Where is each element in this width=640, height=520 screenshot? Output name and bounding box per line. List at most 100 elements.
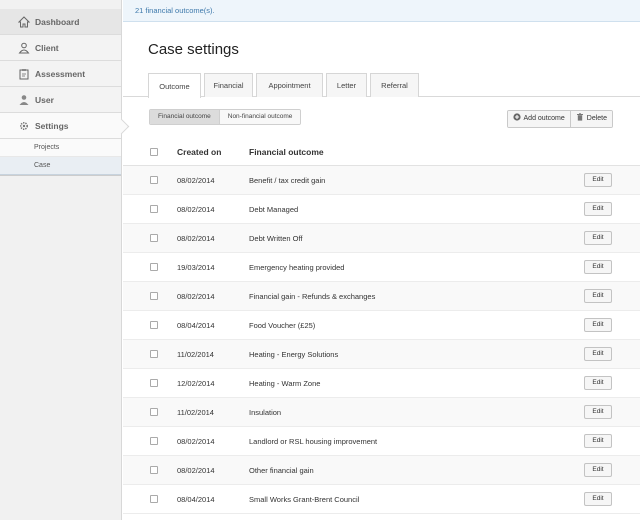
sidebar-item-dashboard[interactable]: Dashboard: [0, 9, 121, 35]
person-icon: [18, 42, 30, 54]
row-financial-outcome: Emergency heating provided: [249, 262, 345, 272]
row-created-on: 08/02/2014: [177, 175, 215, 185]
table-row: 08/02/2014 Debt Written Off Edit: [123, 224, 640, 253]
row-checkbox[interactable]: [150, 176, 158, 184]
row-created-on: 08/02/2014: [177, 204, 215, 214]
row-created-on: 19/03/2014: [177, 262, 215, 272]
table-header: Created on Financial outcome: [123, 138, 640, 166]
row-checkbox[interactable]: [150, 408, 158, 416]
row-financial-outcome: Heating - Energy Solutions: [249, 349, 339, 359]
table-row: 11/02/2014 Insulation Edit: [123, 398, 640, 427]
edit-button[interactable]: Edit: [584, 318, 612, 332]
header-financial-outcome: Financial outcome: [249, 146, 324, 157]
row-financial-outcome: Debt Managed: [249, 204, 299, 214]
action-button-group: Add outcome Delete: [506, 110, 613, 128]
edit-button[interactable]: Edit: [584, 231, 612, 245]
table-row: 08/02/2014 Landlord or RSL housing improv…: [123, 427, 640, 456]
table-row: 08/02/2014 Debt Managed Edit: [123, 195, 640, 224]
edit-button[interactable]: Edit: [584, 173, 612, 187]
row-checkbox[interactable]: [150, 466, 158, 474]
row-created-on: 08/02/2014: [177, 465, 215, 475]
user-icon: [18, 94, 30, 106]
edit-button[interactable]: Edit: [584, 289, 612, 303]
gear-icon: [18, 120, 30, 132]
sidebar-item-client[interactable]: Client: [0, 35, 121, 61]
outcome-type-toggle: Financial outcome Non-financial outcome: [149, 109, 302, 125]
subnav-item-case[interactable]: Case: [0, 157, 121, 175]
sidebar-item-label: Settings: [35, 120, 69, 131]
delete-label: Delete: [586, 115, 607, 122]
row-created-on: 12/02/2014: [177, 378, 215, 388]
row-financial-outcome: Financial gain - Refunds & exchanges: [249, 291, 376, 301]
settings-subnav: Projects Case: [0, 139, 121, 176]
row-checkbox[interactable]: [150, 321, 158, 329]
home-icon: [17, 15, 31, 28]
page-title: Case settings: [148, 41, 239, 58]
edit-button[interactable]: Edit: [584, 376, 612, 390]
tab-outcome[interactable]: Outcome: [148, 73, 201, 98]
sidebar-item-label: Client: [35, 42, 59, 53]
main-content: 21 financial outcome(s). Case settings O…: [123, 0, 640, 520]
plus-circle-icon: [512, 111, 521, 127]
row-checkbox[interactable]: [150, 234, 158, 242]
row-financial-outcome: Small Works Grant-Brent Council: [249, 494, 360, 504]
row-financial-outcome: Heating - Warm Zone: [249, 378, 321, 388]
table-row: 12/02/2014 Heating - Warm Zone Edit: [123, 369, 640, 398]
row-checkbox[interactable]: [150, 205, 158, 213]
edit-button[interactable]: Edit: [584, 405, 612, 419]
table-row: 11/02/2014 Heating - Energy Solutions Edit: [123, 340, 640, 369]
tab-bar: Outcome Financial Appointment Letter Ref…: [123, 73, 640, 98]
row-financial-outcome: Other financial gain: [249, 465, 314, 475]
row-financial-outcome: Landlord or RSL housing improvement: [249, 436, 378, 446]
row-checkbox[interactable]: [150, 263, 158, 271]
table-row: 19/03/2014 Emergency heating provided Edit: [123, 253, 640, 282]
sidebar-item-user[interactable]: User: [0, 87, 121, 113]
tab-referral[interactable]: Referral: [370, 73, 419, 97]
delete-button[interactable]: Delete: [569, 111, 612, 127]
row-financial-outcome: Food Voucher (£25): [249, 320, 316, 330]
clipboard-icon: [18, 68, 30, 80]
edit-button[interactable]: Edit: [584, 202, 612, 216]
row-financial-outcome: Debt Written Off: [249, 233, 303, 243]
row-checkbox[interactable]: [150, 379, 158, 387]
edit-button[interactable]: Edit: [584, 434, 612, 448]
table-row: 08/02/2014 Benefit / tax credit gain Edit: [123, 166, 640, 195]
table-body: 08/02/2014 Benefit / tax credit gain Edit 0…: [123, 166, 640, 514]
sidebar-item-settings[interactable]: Settings: [0, 113, 121, 139]
edit-button[interactable]: Edit: [584, 347, 612, 361]
subnav-item-projects[interactable]: Projects: [0, 139, 121, 157]
row-checkbox[interactable]: [150, 350, 158, 358]
table-row: 08/04/2014 Small Works Grant-Brent Counci…: [123, 485, 640, 514]
tab-letter[interactable]: Letter: [326, 73, 367, 97]
table-row: 08/04/2014 Food Voucher (£25) Edit: [123, 311, 640, 340]
toggle-financial-outcome[interactable]: Financial outcome: [150, 110, 220, 124]
sidebar-item-assessment[interactable]: Assessment: [0, 61, 121, 87]
tab-financial[interactable]: Financial: [204, 73, 253, 97]
row-created-on: 11/02/2014: [177, 407, 214, 417]
header-created-on: Created on: [177, 146, 222, 157]
sidebar-item-label: Assessment: [35, 68, 86, 79]
info-alert: 21 financial outcome(s).: [123, 0, 640, 22]
row-created-on: 08/04/2014: [177, 320, 215, 330]
tab-appointment[interactable]: Appointment: [256, 73, 323, 97]
table-row: 08/02/2014 Other financial gain Edit: [123, 456, 640, 485]
row-created-on: 08/02/2014: [177, 291, 215, 301]
row-checkbox[interactable]: [150, 437, 158, 445]
sidebar-item-label: User: [35, 94, 54, 105]
sidebar-item-label: Dashboard: [35, 16, 80, 27]
row-created-on: 08/04/2014: [177, 494, 215, 504]
edit-button[interactable]: Edit: [584, 260, 612, 274]
select-all-checkbox[interactable]: [150, 147, 158, 156]
row-checkbox[interactable]: [150, 495, 158, 503]
table-row: 08/02/2014 Financial gain - Refunds & exc…: [123, 282, 640, 311]
edit-button[interactable]: Edit: [584, 463, 612, 477]
row-created-on: 11/02/2014: [177, 349, 214, 359]
row-checkbox[interactable]: [150, 292, 158, 300]
row-financial-outcome: Benefit / tax credit gain: [249, 175, 326, 185]
toggle-non-financial-outcome[interactable]: Non-financial outcome: [219, 110, 301, 124]
add-outcome-button[interactable]: Add outcome: [507, 111, 570, 127]
trash-icon: [576, 111, 584, 127]
row-created-on: 08/02/2014: [177, 233, 215, 243]
edit-button[interactable]: Edit: [584, 492, 612, 506]
row-created-on: 08/02/2014: [177, 436, 215, 446]
